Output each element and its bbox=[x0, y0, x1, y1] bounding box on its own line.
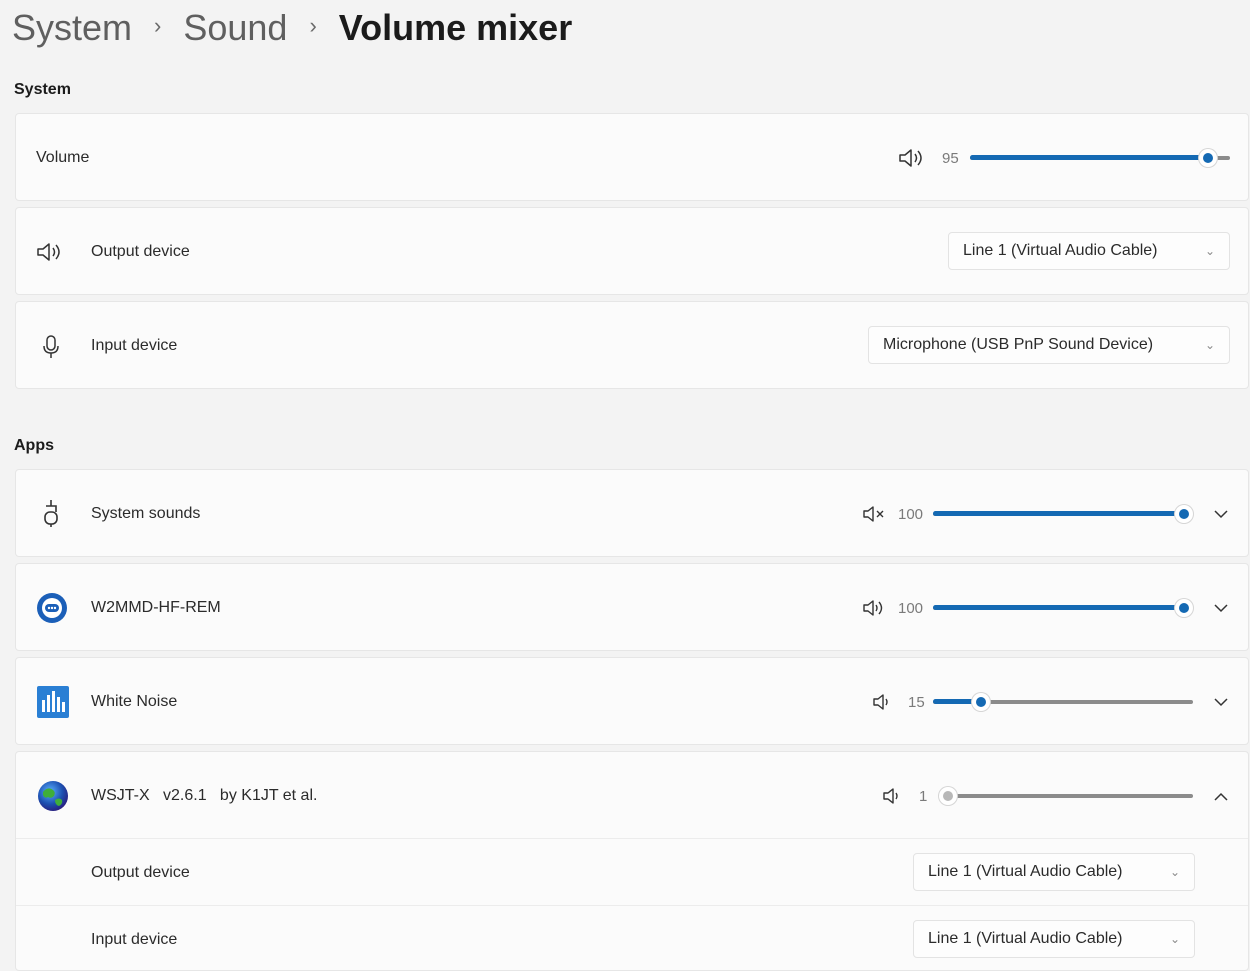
speaker-high-icon[interactable] bbox=[898, 147, 926, 169]
slider-thumb[interactable] bbox=[1199, 149, 1217, 167]
app-name: W2MMD-HF-REM bbox=[91, 599, 221, 616]
app-input-device-row: Input device Line 1 (Virtual Audio Cable… bbox=[16, 905, 1248, 971]
input-device-dropdown[interactable]: Microphone (USB PnP Sound Device) ⌄ bbox=[868, 326, 1230, 364]
app-volume-slider[interactable] bbox=[933, 598, 1193, 618]
app-volume-slider[interactable] bbox=[933, 692, 1193, 712]
white-noise-app-icon bbox=[37, 686, 69, 718]
output-device-card: Output device Line 1 (Virtual Audio Cabl… bbox=[15, 207, 1249, 295]
speaker-low-icon[interactable] bbox=[872, 693, 892, 711]
input-device-label: Input device bbox=[91, 337, 178, 354]
output-device-label: Output device bbox=[91, 243, 190, 260]
app-volume-value: 1 bbox=[919, 788, 928, 805]
breadcrumb-separator-icon: › bbox=[154, 13, 162, 38]
app-input-device-value: Line 1 (Virtual Audio Cable) bbox=[928, 930, 1123, 947]
input-device-card: Input device Microphone (USB PnP Sound D… bbox=[15, 301, 1249, 389]
app-volume-value: 15 bbox=[908, 694, 925, 711]
app-volume-value: 100 bbox=[898, 600, 924, 617]
slider-thumb[interactable] bbox=[1175, 599, 1193, 617]
app-output-device-row: Output device Line 1 (Virtual Audio Cabl… bbox=[16, 838, 1248, 904]
output-device-dropdown[interactable]: Line 1 (Virtual Audio Cable) ⌄ bbox=[948, 232, 1230, 270]
speaker-low-icon[interactable] bbox=[882, 787, 902, 805]
remote-app-icon bbox=[36, 592, 68, 624]
app-input-device-label: Input device bbox=[91, 931, 178, 948]
chevron-up-icon[interactable] bbox=[1209, 784, 1233, 808]
app-volume-slider[interactable] bbox=[933, 786, 1193, 806]
input-device-value: Microphone (USB PnP Sound Device) bbox=[883, 336, 1154, 353]
app-name: WSJT-X v2.6.1 by K1JT et al. bbox=[91, 787, 318, 804]
app-name: White Noise bbox=[91, 693, 178, 710]
volume-label: Volume bbox=[36, 149, 90, 166]
speaker-muted-icon[interactable] bbox=[862, 505, 886, 523]
page-title: Volume mixer bbox=[338, 7, 573, 48]
chevron-down-icon: ⌄ bbox=[1204, 244, 1215, 258]
speaker-icon bbox=[36, 241, 64, 263]
app-card-white-noise: White Noise 15 bbox=[15, 657, 1249, 745]
chevron-down-icon: ⌄ bbox=[1204, 338, 1215, 352]
chevron-down-icon[interactable] bbox=[1209, 690, 1233, 714]
app-card-w2mmd-hf-rem: W2MMD-HF-REM 100 bbox=[15, 563, 1249, 651]
app-input-device-dropdown[interactable]: Line 1 (Virtual Audio Cable) ⌄ bbox=[913, 920, 1195, 958]
app-name: System sounds bbox=[91, 505, 201, 522]
system-volume-slider[interactable] bbox=[970, 148, 1230, 168]
chevron-down-icon: ⌄ bbox=[1169, 932, 1180, 946]
app-volume-slider[interactable] bbox=[933, 504, 1193, 524]
breadcrumb-sound[interactable]: Sound bbox=[183, 6, 287, 50]
slider-thumb[interactable] bbox=[972, 693, 990, 711]
section-label-system: System bbox=[14, 81, 71, 98]
chevron-down-icon[interactable] bbox=[1209, 502, 1233, 526]
volume-value: 95 bbox=[942, 150, 959, 167]
app-card-wsjt-x: WSJT-X v2.6.1 by K1JT et al. 1 Output de… bbox=[15, 751, 1249, 971]
section-label-apps: Apps bbox=[14, 437, 54, 454]
app-output-device-dropdown[interactable]: Line 1 (Virtual Audio Cable) ⌄ bbox=[913, 853, 1195, 891]
app-output-device-value: Line 1 (Virtual Audio Cable) bbox=[928, 863, 1123, 880]
breadcrumb-separator-icon: › bbox=[309, 13, 317, 38]
breadcrumb-system[interactable]: System bbox=[12, 6, 132, 50]
slider-thumb[interactable] bbox=[939, 787, 957, 805]
microphone-icon bbox=[40, 334, 62, 360]
chevron-down-icon: ⌄ bbox=[1169, 865, 1180, 879]
chevron-down-icon[interactable] bbox=[1209, 596, 1233, 620]
slider-thumb[interactable] bbox=[1175, 505, 1193, 523]
output-device-value: Line 1 (Virtual Audio Cable) bbox=[963, 242, 1158, 259]
app-output-device-label: Output device bbox=[91, 864, 190, 881]
app-volume-value: 100 bbox=[898, 506, 924, 523]
system-sounds-icon bbox=[40, 498, 62, 530]
app-card-system-sounds: System sounds 100 bbox=[15, 469, 1249, 557]
speaker-high-icon[interactable] bbox=[862, 599, 886, 617]
wsjtx-globe-icon bbox=[37, 780, 69, 812]
breadcrumb: System › Sound › Volume mixer bbox=[12, 6, 572, 50]
system-volume-card: Volume 95 bbox=[15, 113, 1249, 201]
